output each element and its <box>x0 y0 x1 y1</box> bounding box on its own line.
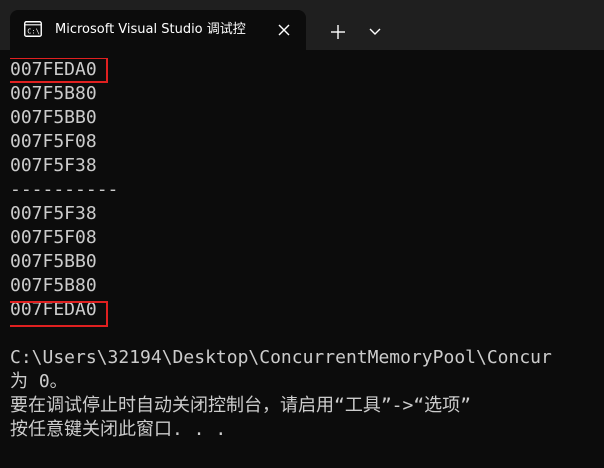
console-line: C:\Users\32194\Desktop\ConcurrentMemoryP… <box>10 347 552 368</box>
terminal-window: C:\ Microsoft Visual Studio 调试控 007FEDA0… <box>0 0 604 468</box>
tab-debug-console[interactable]: C:\ Microsoft Visual Studio 调试控 <box>10 10 306 50</box>
console-line: 007F5BB0 <box>10 251 97 272</box>
console-line: 007F5B80 <box>10 83 97 104</box>
chevron-down-icon[interactable] <box>362 16 388 48</box>
console-line: 007F5BB0 <box>10 107 97 128</box>
tab-title: Microsoft Visual Studio 调试控 <box>55 22 246 37</box>
plus-icon[interactable] <box>322 16 354 48</box>
svg-text:C:\: C:\ <box>27 27 40 35</box>
close-icon[interactable] <box>274 20 294 40</box>
console-line: ---------- <box>10 179 119 200</box>
console-line: 007F5F08 <box>10 131 97 152</box>
console-line: 007F5F38 <box>10 155 97 176</box>
console-line: 为 0。 <box>10 371 68 392</box>
console-line: 按任意键关闭此窗口. . . <box>10 419 227 440</box>
console-icon: C:\ <box>24 21 42 37</box>
console-line: 要在调试停止时自动关闭控制台，请启用“工具”->“选项” <box>10 395 472 416</box>
console-line: 007F5B80 <box>10 275 97 296</box>
highlight-box <box>10 301 108 327</box>
console-line: 007F5F08 <box>10 227 97 248</box>
console-output[interactable]: 007FEDA0 007F5B80 007F5BB0 007F5F08 007F… <box>10 58 604 468</box>
title-bar: C:\ Microsoft Visual Studio 调试控 <box>0 0 604 50</box>
console-line: 007F5F38 <box>10 203 97 224</box>
highlight-box <box>10 58 108 83</box>
